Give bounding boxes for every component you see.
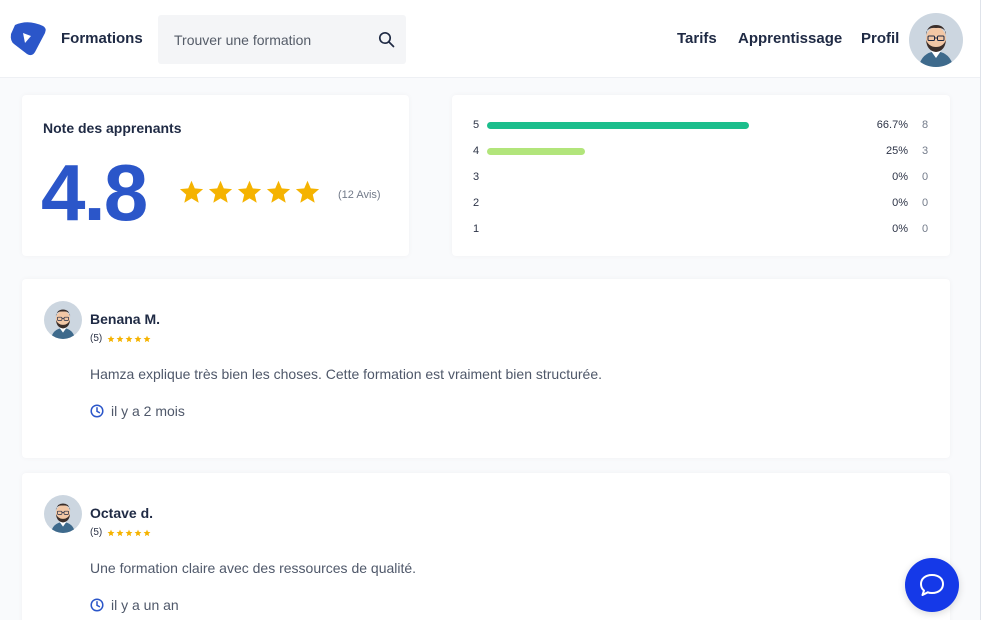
distribution-bar-track bbox=[487, 122, 750, 129]
star-icon bbox=[237, 180, 262, 203]
review-time: il y a 2 mois bbox=[90, 403, 185, 419]
nav-profil[interactable]: Profil bbox=[861, 30, 899, 47]
distribution-row: 3 0% 0 bbox=[452, 171, 950, 185]
top-header: Formations Trouver une formation Tarifs … bbox=[0, 0, 981, 78]
star-level-label: 3 bbox=[473, 171, 480, 183]
star-level-label: 5 bbox=[473, 119, 480, 131]
star-icon bbox=[295, 180, 320, 203]
chat-bubble-icon bbox=[920, 574, 944, 596]
distribution-row: 1 0% 0 bbox=[452, 223, 950, 237]
reviewer-rating: (5) bbox=[90, 527, 151, 538]
star-level-label: 1 bbox=[473, 223, 480, 235]
star-icon bbox=[208, 180, 233, 203]
profile-avatar[interactable] bbox=[909, 13, 963, 67]
star-icon bbox=[143, 335, 151, 342]
distribution-count: 8 bbox=[922, 119, 929, 131]
average-stars bbox=[178, 179, 321, 205]
distribution-count: 3 bbox=[922, 145, 929, 157]
review-card: Octave d. (5) Une formation claire avec … bbox=[22, 473, 950, 620]
star-icon bbox=[107, 335, 115, 342]
rating-summary-card: Note des apprenants 4.8 (12 Avis) bbox=[22, 95, 409, 256]
reviewer-score: (5) bbox=[90, 333, 103, 344]
distribution-bar-track bbox=[487, 226, 750, 233]
star-icon bbox=[266, 180, 291, 203]
review-card: Benana M. (5) Hamza explique très bien l… bbox=[22, 279, 950, 458]
star-icon bbox=[125, 335, 133, 342]
star-icon bbox=[107, 529, 115, 536]
search-input[interactable]: Trouver une formation bbox=[158, 15, 406, 64]
chat-button[interactable] bbox=[905, 558, 959, 612]
distribution-percent: 25% bbox=[885, 145, 908, 157]
distribution-count: 0 bbox=[922, 197, 929, 209]
distribution-bar-fill bbox=[487, 122, 750, 129]
star-icon bbox=[134, 335, 142, 342]
rating-title: Note des apprenants bbox=[43, 120, 182, 136]
nav-apprentissage[interactable]: Apprentissage bbox=[738, 30, 842, 47]
search-icon[interactable] bbox=[378, 31, 395, 48]
average-score: 4.8 bbox=[41, 148, 148, 237]
review-time: il y a un an bbox=[90, 597, 179, 613]
nav-tarifs[interactable]: Tarifs bbox=[677, 30, 717, 47]
reviewer-stars bbox=[107, 335, 151, 343]
distribution-bar-track bbox=[487, 174, 750, 181]
review-time-text: il y a un an bbox=[111, 597, 179, 613]
rating-distribution-card: 5 66.7% 8 4 25% 3 3 0% 0 2 0% 0 1 0% 0 bbox=[452, 95, 950, 256]
clock-icon bbox=[90, 598, 104, 612]
review-time-text: il y a 2 mois bbox=[111, 403, 185, 419]
review-text: Une formation claire avec des ressources… bbox=[90, 560, 417, 576]
reviewer-rating: (5) bbox=[90, 333, 151, 344]
star-icon bbox=[143, 529, 151, 536]
distribution-percent: 0% bbox=[892, 197, 908, 209]
distribution-row: 2 0% 0 bbox=[452, 197, 950, 211]
reviewer-avatar bbox=[44, 495, 82, 533]
star-icon bbox=[179, 180, 204, 203]
reviewer-stars bbox=[107, 529, 151, 537]
reviewer-score: (5) bbox=[90, 527, 103, 538]
avatar-icon bbox=[919, 25, 953, 67]
brand-logo-icon[interactable] bbox=[9, 19, 47, 57]
search-placeholder: Trouver une formation bbox=[174, 32, 312, 48]
distribution-percent: 0% bbox=[892, 171, 908, 183]
brand-name[interactable]: Formations bbox=[61, 30, 143, 47]
star-icon bbox=[116, 529, 124, 536]
reviewer-avatar bbox=[44, 301, 82, 339]
star-icon bbox=[116, 335, 124, 342]
distribution-bar-fill bbox=[487, 148, 586, 155]
reviewer-name: Benana M. bbox=[90, 311, 161, 327]
distribution-percent: 0% bbox=[892, 223, 908, 235]
distribution-percent: 66.7% bbox=[876, 119, 908, 131]
star-level-label: 4 bbox=[473, 145, 480, 157]
avatar-icon bbox=[51, 309, 75, 339]
reviewer-name: Octave d. bbox=[90, 505, 154, 521]
distribution-count: 0 bbox=[922, 171, 929, 183]
distribution-row: 5 66.7% 8 bbox=[452, 119, 950, 133]
distribution-count: 0 bbox=[922, 223, 929, 235]
star-icon bbox=[134, 529, 142, 536]
reviews-count: (12 Avis) bbox=[338, 189, 381, 201]
clock-icon bbox=[90, 404, 104, 418]
star-level-label: 2 bbox=[473, 197, 480, 209]
distribution-row: 4 25% 3 bbox=[452, 145, 950, 159]
distribution-bar-track bbox=[487, 200, 750, 207]
review-text: Hamza explique très bien les choses. Cet… bbox=[90, 366, 603, 382]
star-icon bbox=[125, 529, 133, 536]
distribution-bar-track bbox=[487, 148, 750, 155]
avatar-icon bbox=[51, 503, 75, 533]
